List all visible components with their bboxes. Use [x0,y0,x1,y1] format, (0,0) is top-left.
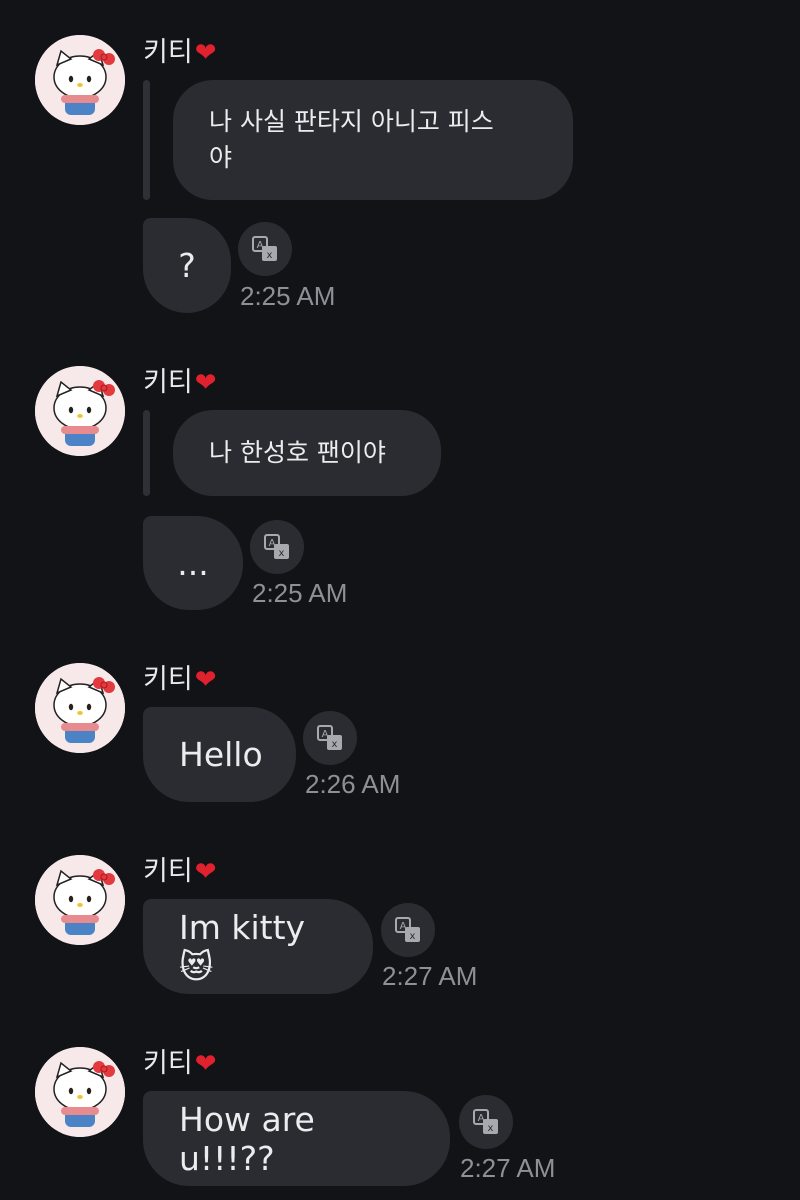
timestamp: 2:25 AM [252,578,348,608]
sender-name-text: 키티 [143,664,193,695]
translate-icon: A x [395,917,420,942]
avatar[interactable] [35,1047,125,1137]
svg-text:x: x [279,548,285,559]
message-text: Hello [179,735,263,774]
heart-icon: ❤ [194,857,217,887]
hello-kitty-avatar-icon [35,35,125,125]
timestamp: 2:25 AM [240,281,336,311]
sender-name: 키티❤ [143,1047,216,1081]
quoted-message-text: 나 사실 판타지 아니고 피스 야 [209,107,494,172]
svg-text:A: A [400,921,407,932]
hello-kitty-avatar-icon [35,663,125,753]
message-text: Im kitty😻 [179,907,306,986]
hello-kitty-avatar-icon [35,1047,125,1137]
timestamp: 2:27 AM [460,1153,556,1183]
message-text: How are u!!!?? [179,1099,315,1178]
svg-text:A: A [478,1113,485,1124]
heart-icon: ❤ [194,38,217,68]
sender-name: 키티❤ [143,366,216,400]
translate-button[interactable]: A x [250,520,304,574]
translate-icon: A x [317,725,342,750]
heart-icon: ❤ [194,1049,217,1079]
quote-bar [143,80,150,200]
avatar[interactable] [35,35,125,125]
translate-icon: A x [252,236,277,261]
translate-button[interactable]: A x [381,903,435,957]
sender-name: 키티❤ [143,36,216,70]
sender-name: 키티❤ [143,663,216,697]
translate-button[interactable]: A x [303,711,357,765]
hello-kitty-avatar-icon [35,366,125,456]
message-bubble[interactable]: ? [143,218,231,313]
quoted-message[interactable]: 나 사실 판타지 아니고 피스 야 [173,80,573,200]
sender-name-text: 키티 [143,856,193,887]
svg-text:A: A [269,538,276,549]
message-bubble[interactable]: How are u!!!?? [143,1091,450,1186]
message-text: ... [177,543,209,583]
message-bubble[interactable]: Hello [143,707,296,802]
heart-icon: ❤ [194,665,217,695]
svg-text:x: x [332,739,338,750]
message-text: ? [178,246,196,285]
svg-text:A: A [257,240,264,251]
sender-name: 키티❤ [143,855,216,889]
avatar[interactable] [35,663,125,753]
quoted-message-text: 나 한성호 팬이야 [209,438,386,467]
sender-name-text: 키티 [143,37,193,68]
svg-text:x: x [488,1123,494,1134]
quoted-message[interactable]: 나 한성호 팬이야 [173,410,441,496]
quote-bar [143,410,150,496]
message-bubble[interactable]: ... [143,516,243,610]
avatar[interactable] [35,366,125,456]
translate-icon: A x [473,1109,498,1134]
svg-text:x: x [267,250,273,261]
sender-name-text: 키티 [143,367,193,398]
translate-icon: A x [264,534,289,559]
svg-text:x: x [410,931,416,942]
hello-kitty-avatar-icon [35,855,125,945]
message-bubble[interactable]: Im kitty😻 [143,899,373,994]
svg-text:A: A [322,729,329,740]
avatar[interactable] [35,855,125,945]
heart-icon: ❤ [194,368,217,398]
translate-button[interactable]: A x [238,222,292,276]
sender-name-text: 키티 [143,1048,193,1079]
timestamp: 2:27 AM [382,961,478,991]
translate-button[interactable]: A x [459,1095,513,1149]
timestamp: 2:26 AM [305,769,401,799]
